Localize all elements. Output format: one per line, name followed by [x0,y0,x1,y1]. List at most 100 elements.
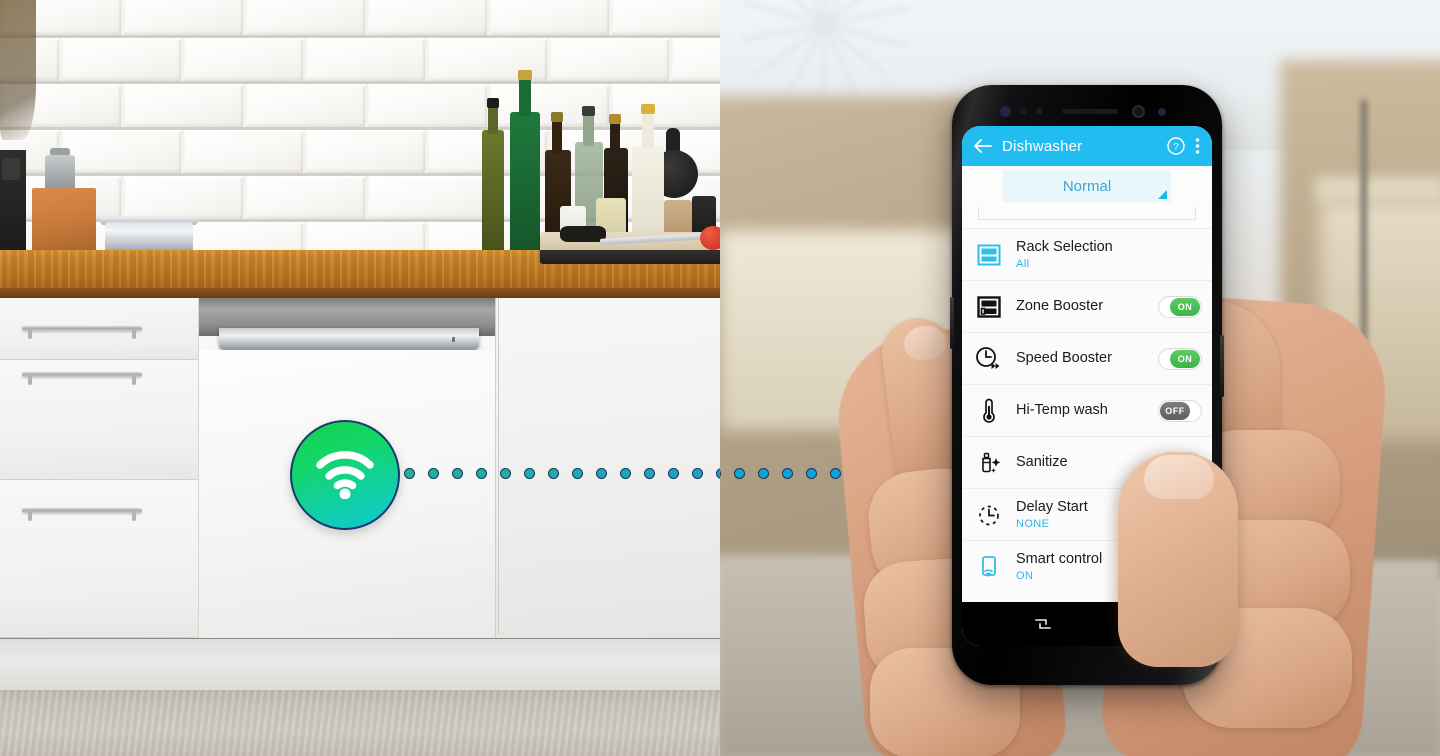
tile-row [0,38,720,81]
connection-dot [758,468,769,479]
thumb-nail [1144,455,1214,499]
toggle-hi-temp-wash[interactable]: OFF [1158,399,1202,422]
countertop-edge [0,288,720,298]
sanitize-spray-icon [974,448,1004,478]
tile [246,0,365,35]
connection-dot [782,468,793,479]
settings-row-text: Zone Booster [1016,298,1158,315]
settings-row-text: Hi-Temp wash [1016,402,1158,419]
tile [184,38,303,81]
cutting-board-base [540,250,720,264]
settings-row-value: All [1016,257,1030,270]
connection-dot [428,468,439,479]
wifi-connection-badge [290,420,400,530]
connection-dot [404,468,415,479]
thermometer-icon [974,396,1004,426]
tile [306,38,425,81]
phone-wifi-icon [974,552,1004,582]
help-circle-icon[interactable]: ? [1167,137,1185,155]
cabinet-handle[interactable] [22,372,142,385]
tile [184,130,303,173]
recents-icon[interactable] [1034,617,1052,631]
cycle-label: Normal [1062,177,1112,195]
tile [612,0,720,35]
oven-knob [2,158,20,180]
tile [306,130,425,173]
toggle-knob: ON [1170,297,1200,316]
speed-booster-icon [974,344,1004,374]
tile [368,176,487,219]
settings-row-speed-booster[interactable]: Speed Booster ON [962,332,1212,384]
toggle-speed-booster[interactable]: ON [1158,347,1202,370]
connection-dot [500,468,511,479]
power-button[interactable] [1220,335,1224,397]
street-scene: Dishwasher ? Normal Rack Selection All Z… [720,0,1440,756]
delay-clock-icon [974,500,1004,530]
toggle-knob: ON [1170,349,1200,368]
settings-row-label: Speed Booster [1016,350,1112,367]
wood-block [32,188,96,256]
tile [246,84,365,127]
tall-cabinet[interactable] [498,298,720,634]
settings-row-rack-selection[interactable]: Rack Selection All [962,228,1212,280]
sensor-array [980,105,1194,118]
toggle-zone-booster[interactable]: ON [1158,295,1202,318]
back-arrow-icon[interactable] [974,139,992,153]
bare-tree [740,0,910,111]
kitchen-floor [0,690,720,756]
toggle-knob: OFF [1160,401,1190,420]
rack-icon [974,240,1004,270]
connection-dot [692,468,703,479]
hanging-herbs [0,0,36,140]
app-bar-title: Dishwasher [1002,137,1083,155]
connection-dot [572,468,583,479]
settings-row-text: Rack Selection All [1016,239,1202,270]
tile [246,176,365,219]
tile [368,0,487,35]
tile [124,176,243,219]
wifi-icon [316,451,374,499]
kitchen-scene [0,0,720,756]
dropdown-caret-icon[interactable] [1158,190,1167,199]
connection-dot [524,468,535,479]
settings-row-text: Speed Booster [1016,350,1158,367]
tomato [700,226,720,250]
coffee-grinder [45,155,75,191]
cycle-field-underline [978,207,1196,220]
settings-row-label: Rack Selection [1016,239,1113,256]
cycle-selector-area: Normal [962,166,1212,228]
cabinet-drawer[interactable] [0,480,198,638]
volume-button[interactable] [950,297,954,349]
connection-dot [644,468,655,479]
tile [490,0,609,35]
tile [550,38,669,81]
cycle-spinner[interactable]: Normal [1003,170,1171,202]
connection-dot [830,468,841,479]
dishwasher-handle[interactable] [219,328,479,350]
settings-row-zone-booster[interactable]: Zone Booster ON [962,280,1212,332]
screenshot-root: Dishwasher ? Normal Rack Selection All Z… [0,0,1440,756]
toe-kick [0,638,720,690]
connection-dot [476,468,487,479]
settings-row-label: Hi-Temp wash [1016,402,1108,419]
connection-dot [620,468,631,479]
connection-dot [806,468,817,479]
tile [124,84,243,127]
tile-row [0,0,720,35]
tile [368,84,487,127]
tile [612,84,720,127]
connection-dot [548,468,559,479]
zone-booster-icon [974,292,1004,322]
cabinet-handle[interactable] [22,326,142,339]
tile [672,38,720,81]
app-bar: Dishwasher ? [962,126,1212,166]
earpiece-speaker [1062,109,1118,114]
connection-dot [596,468,607,479]
tile [62,38,181,81]
connection-dot [668,468,679,479]
settings-row-hi-temp-wash[interactable]: Hi-Temp wash OFF [962,384,1212,436]
more-vertical-icon[interactable] [1195,137,1200,155]
cabinet-handle[interactable] [22,508,142,521]
tile [124,0,243,35]
settings-row-label: Zone Booster [1016,298,1104,315]
